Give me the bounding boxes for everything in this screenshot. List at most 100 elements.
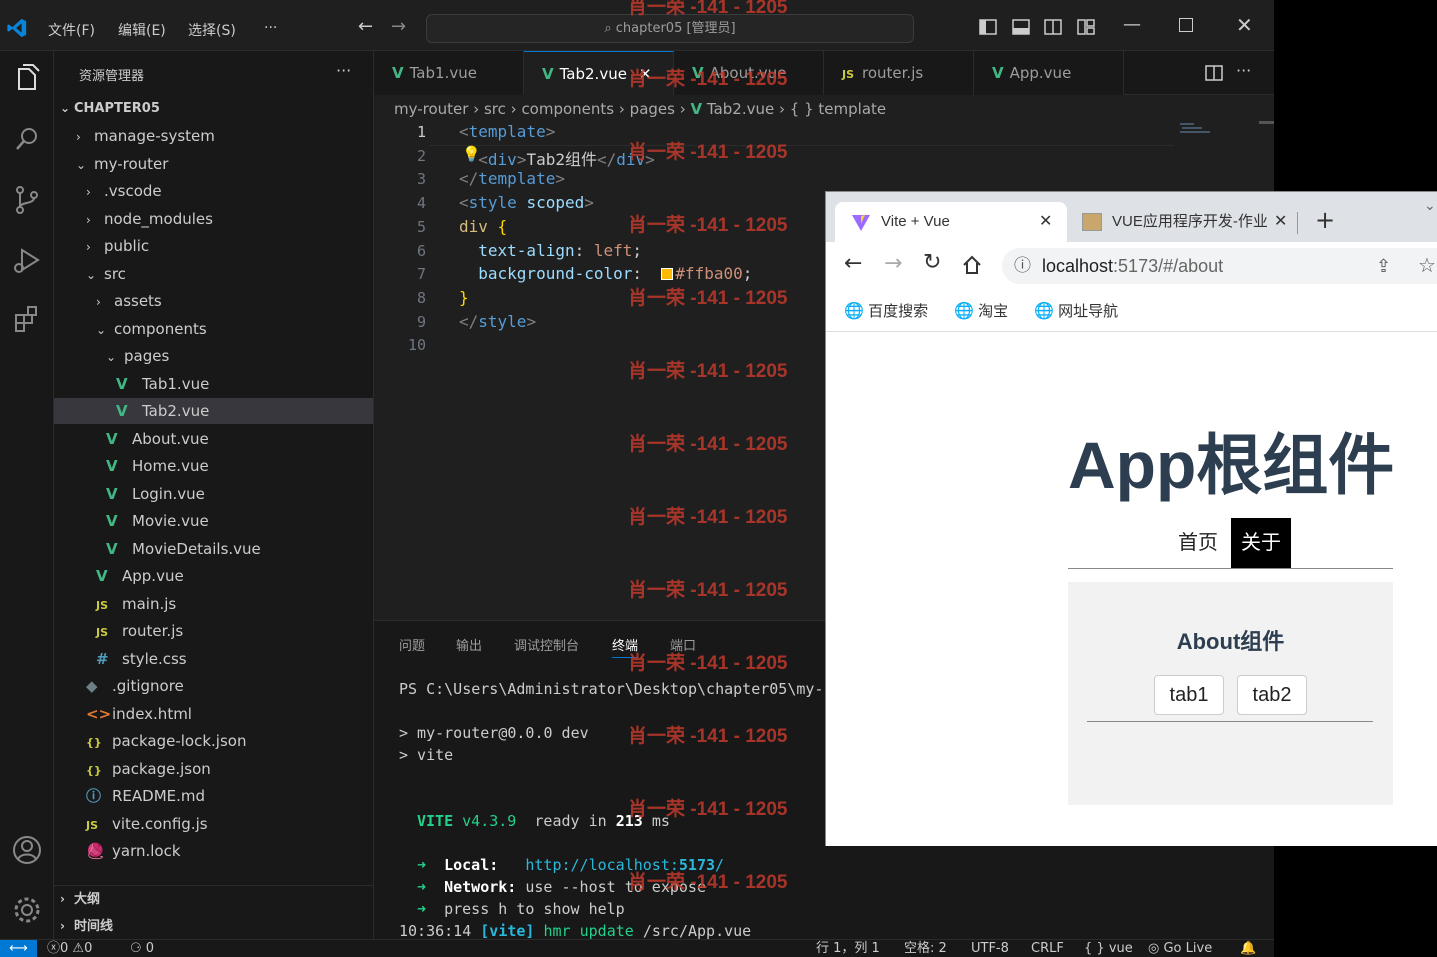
globe-icon: 🌐 <box>954 303 974 320</box>
breadcrumb-item[interactable]: Tab2.vue <box>707 100 774 118</box>
tree-item[interactable]: {} package.json <box>54 756 373 782</box>
tree-item[interactable]: V Home.vue <box>54 453 373 479</box>
search-activity-icon[interactable] <box>8 121 46 159</box>
tree-item[interactable]: ⌄ my-router <box>54 151 373 177</box>
settings-gear-icon[interactable] <box>8 891 46 929</box>
browser-tab-2[interactable]: VUE应用程序开发-作业 ✕ <box>1074 202 1294 242</box>
back-arrow-icon[interactable]: ← <box>358 16 373 37</box>
breadcrumb-item[interactable]: components <box>521 100 614 118</box>
go-live-button[interactable]: ◎ Go Live <box>1148 940 1212 957</box>
toggle-panel-icon[interactable] <box>1012 19 1030 35</box>
tree-item[interactable]: # style.css <box>54 646 373 672</box>
tab2-button[interactable]: tab2 <box>1237 675 1307 715</box>
tree-item[interactable]: › public <box>54 233 373 259</box>
timeline-section[interactable]: › 时间线 <box>60 913 113 939</box>
tab-router-js[interactable]: JS router.js <box>824 51 974 95</box>
breadcrumb-item[interactable]: my-router <box>394 100 468 118</box>
indent-setting[interactable]: 空格: 2 <box>904 940 947 957</box>
bookmark-taobao[interactable]: 🌐 淘宝 <box>954 300 1008 321</box>
menu-file[interactable]: 文件(F) <box>48 20 95 40</box>
split-editor-icon[interactable] <box>1205 65 1223 81</box>
bookmark-star-icon[interactable]: ☆ <box>1418 248 1436 284</box>
tree-item[interactable]: V MovieDetails.vue <box>54 536 373 562</box>
tab1-button[interactable]: tab1 <box>1154 675 1224 715</box>
language-mode[interactable]: { } vue <box>1084 940 1133 957</box>
new-tab-plus-icon[interactable]: + <box>1315 206 1335 234</box>
tab-search-chevron-icon[interactable]: ⌄ <box>1424 198 1436 214</box>
tree-item[interactable]: › node_modules <box>54 206 373 232</box>
tree-item[interactable]: ⌄ pages <box>54 343 373 369</box>
remote-indicator-icon[interactable]: ⟷ <box>0 940 37 957</box>
reload-icon[interactable]: ↻ <box>923 250 941 275</box>
minimap[interactable] <box>1180 121 1216 141</box>
tree-item[interactable]: V App.vue <box>54 563 373 589</box>
toggle-secondary-sidebar-icon[interactable] <box>1044 19 1062 35</box>
encoding[interactable]: UTF-8 <box>971 940 1009 957</box>
tree-item[interactable]: V Login.vue <box>54 481 373 507</box>
menu-edit[interactable]: 编辑(E) <box>118 20 166 40</box>
tree-item[interactable]: <>index.html <box>54 701 373 727</box>
workspace-root[interactable]: ⌄ CHAPTER05 <box>60 95 160 121</box>
forward-arrow-icon[interactable]: → <box>391 16 406 37</box>
panel-tab-problems[interactable]: 问题 <box>399 635 425 654</box>
nav-link-home[interactable]: 首页 <box>1168 518 1228 568</box>
customize-layout-icon[interactable] <box>1077 19 1095 35</box>
tree-item[interactable]: V Tab1.vue <box>54 371 373 397</box>
tab-tab1-vue[interactable]: V Tab1.vue <box>374 51 524 95</box>
panel-tab-output[interactable]: 输出 <box>456 635 482 654</box>
tree-item[interactable]: JS main.js <box>54 591 373 617</box>
tree-item[interactable]: JS router.js <box>54 618 373 644</box>
toggle-sidebar-icon[interactable] <box>979 19 997 35</box>
tree-item[interactable]: › manage-system <box>54 123 373 149</box>
nav-link-about[interactable]: 关于 <box>1231 518 1291 568</box>
ports-indicator[interactable]: ⚆ 0 <box>130 940 154 957</box>
explorer-more-button[interactable]: ··· <box>336 61 351 80</box>
panel-tab-debug-console[interactable]: 调试控制台 <box>514 635 579 654</box>
back-arrow-icon[interactable]: ← <box>844 251 862 276</box>
outline-section[interactable]: › 大纲 <box>60 886 100 912</box>
bookmark-nav[interactable]: 🌐 网址导航 <box>1034 300 1118 321</box>
cursor-position[interactable]: 行 1，列 1 <box>816 940 880 957</box>
breadcrumb-item[interactable]: src <box>484 100 506 118</box>
tree-item[interactable]: V Movie.vue <box>54 508 373 534</box>
explorer-icon[interactable] <box>8 59 46 97</box>
breadcrumb-item[interactable]: template <box>818 100 886 118</box>
menu-more[interactable]: ··· <box>264 20 277 36</box>
browser-tab-active[interactable]: Vite + Vue ✕ <box>835 202 1067 242</box>
account-icon[interactable] <box>8 831 46 869</box>
tree-item[interactable]: › .vscode <box>54 178 373 204</box>
tab-app-vue[interactable]: V App.vue <box>974 51 1124 95</box>
tree-item[interactable]: ⌄ src <box>54 261 373 287</box>
tree-item[interactable]: ◆ .gitignore <box>54 673 373 699</box>
maximize-icon[interactable] <box>1179 18 1193 32</box>
tree-item[interactable]: 🧶 yarn.lock <box>54 838 373 864</box>
tree-item[interactable]: ⌄ components <box>54 316 373 342</box>
minimize-icon[interactable]: — <box>1123 14 1141 35</box>
forward-arrow-icon[interactable]: → <box>884 251 902 276</box>
source-control-icon[interactable] <box>8 181 46 219</box>
notifications-icon[interactable]: 🔔 <box>1240 940 1256 957</box>
tree-item[interactable]: ⓘ README.md <box>54 783 373 809</box>
breadcrumb-item[interactable]: pages <box>630 100 675 118</box>
close-tab-icon[interactable]: ✕ <box>1039 202 1052 242</box>
bookmark-baidu[interactable]: 🌐 百度搜索 <box>844 300 928 321</box>
tree-item[interactable]: {} package-lock.json <box>54 728 373 754</box>
watermark-text: 肖一荣 -141 - 1205 <box>628 288 788 309</box>
run-debug-icon[interactable] <box>8 241 46 279</box>
editor-more-button[interactable]: ··· <box>1236 61 1251 80</box>
tree-item[interactable]: V Tab2.vue <box>54 398 373 424</box>
site-info-icon[interactable]: ⓘ <box>1014 248 1031 284</box>
tree-item[interactable]: JS vite.config.js <box>54 811 373 837</box>
address-bar[interactable]: ⓘ localhost:5173/#/about ⇪ ☆ <box>1002 248 1437 284</box>
extensions-icon[interactable] <box>8 301 46 339</box>
tree-item[interactable]: › assets <box>54 288 373 314</box>
close-window-icon[interactable]: ✕ <box>1236 13 1253 37</box>
close-tab-icon[interactable]: ✕ <box>1270 202 1288 242</box>
lightbulb-icon[interactable]: 💡 <box>462 145 481 163</box>
share-icon[interactable]: ⇪ <box>1376 248 1391 284</box>
tree-item[interactable]: V About.vue <box>54 426 373 452</box>
menu-select[interactable]: 选择(S) <box>188 20 236 40</box>
eol[interactable]: CRLF <box>1031 940 1064 957</box>
problems-indicator[interactable]: ⓧ0 ⚠0 <box>47 940 92 957</box>
home-icon[interactable] <box>962 255 982 275</box>
